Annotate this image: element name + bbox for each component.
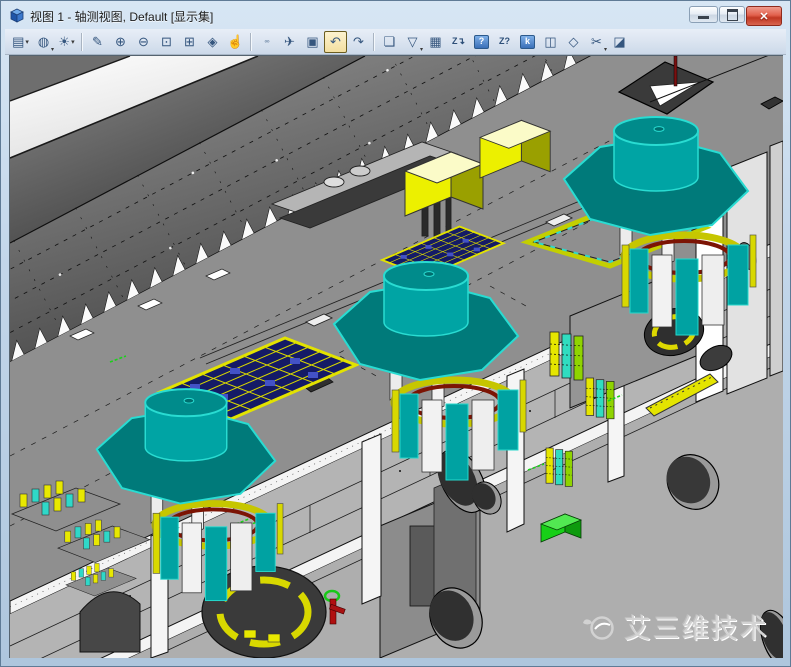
dropdown-arrow-icon: ▾ [25,38,29,46]
toolbar-pan-view-button[interactable]: ☝ [224,31,247,53]
toolbar-rotate-view-button[interactable]: ◈ [201,31,224,53]
dropdown-arrow-icon: ▾ [71,38,75,46]
dropdown-arrow-icon: ▾ [51,46,54,53]
watermark-text: 艾三维技术 [624,607,769,646]
viewport-3d[interactable]: 艾三维技术 [9,55,783,658]
toolbar-view-display-mode-button[interactable]: ◍▾ [32,31,55,53]
watermark-logo-icon [581,612,617,642]
toolbar-copy-view-button[interactable]: ❏ [378,31,401,53]
toolbar-zoom-out-button[interactable]: ⊖ [132,31,155,53]
toolbar-show-active-depth-button[interactable]: Z? [493,31,516,53]
dropdown-arrow-icon: ▾ [420,46,423,53]
restore-icon [727,9,738,21]
toolbar-clip-cut-button[interactable]: ✂▾ [585,31,608,53]
close-icon: ✕ [759,10,768,23]
toolbar-clip-volume-button[interactable]: ▽▾ [401,31,424,53]
toolbar-update-view-button[interactable]: ✎ [86,31,109,53]
restore-button[interactable] [719,6,745,23]
toolbar-separator [81,33,83,51]
dropdown-arrow-icon: ▾ [604,46,607,53]
view-toolbar: ▤▾ ◍▾ ☀▾ ✎ ⊕ ⊖ ⊡ ⊞ ◈ ☝ ◦◦ ✈ ▣ ↶ ↷ ❏ ▽▾ ▦… [5,29,786,55]
toolbar-view-next-button[interactable]: ↷ [347,31,370,53]
titlebar[interactable]: 视图 1 - 轴测视图, Default [显示集] ✕ [5,4,786,28]
toolbar-view-attributes-button[interactable]: ▤▾ [9,31,32,53]
toolbar-zoom-in-button[interactable]: ⊕ [109,31,132,53]
toolbar-separator [373,33,375,51]
window-title: 视图 1 - 轴测视图, Default [显示集] [30,8,213,25]
toolbar-walk-button[interactable]: ◦◦ [255,31,278,53]
close-button[interactable]: ✕ [746,6,782,26]
watermark: 艾三维技术 [581,607,769,646]
toolbar-navigate-view-button[interactable]: ▣ [301,31,324,53]
view-window: 视图 1 - 轴测视图, Default [显示集] ✕ ▤▾ ◍▾ ☀▾ ✎ … [0,0,791,667]
toolbar-display-set-button[interactable]: ◪ [608,31,631,53]
toolbar-render-button[interactable]: ◇ [562,31,585,53]
toolbar-window-area-button[interactable]: ⊡ [155,31,178,53]
toolbar-fly-button[interactable]: ✈ [278,31,301,53]
toolbar-set-display-depth-button[interactable]: ▦ [424,31,447,53]
cad-model-render [10,56,783,658]
toolbar-stereo-button[interactable]: ◫ [539,31,562,53]
toolbar-show-display-depth-button[interactable]: ? [470,31,493,53]
toolbar-set-active-depth-button[interactable]: Z↴ [447,31,470,53]
toolbar-view-previous-button[interactable]: ↶ [324,31,347,53]
toolbar-camera-settings-button[interactable]: k [516,31,539,53]
minimize-button[interactable] [689,6,718,23]
toolbar-separator [250,33,252,51]
minimize-icon [698,16,709,19]
toolbar-fit-view-button[interactable]: ⊞ [178,31,201,53]
window-cube-icon [9,8,25,24]
toolbar-adjust-brightness-button[interactable]: ☀▾ [55,31,78,53]
